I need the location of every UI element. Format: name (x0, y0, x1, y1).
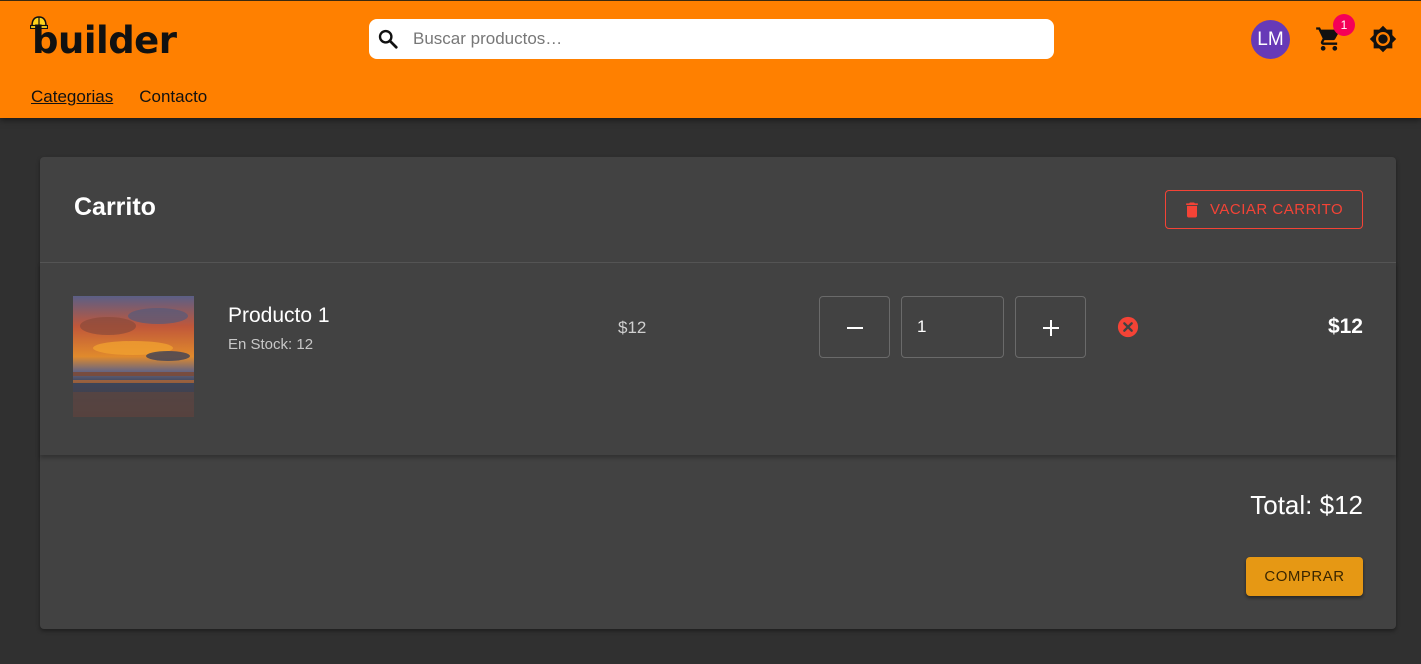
empty-cart-button[interactable]: VACIAR CARRITO (1165, 190, 1363, 229)
increase-quantity-button[interactable] (1015, 296, 1086, 358)
product-stock: En Stock: 12 (228, 336, 314, 353)
product-name[interactable]: Producto 1 (228, 304, 330, 328)
line-total: $12 (1327, 315, 1363, 338)
cart-card: Carrito VACIAR CARRITO Producto 1 En Sto… (40, 157, 1396, 629)
search-input[interactable] (413, 19, 1033, 59)
cart-title: Carrito (74, 193, 156, 221)
cart-total: Total: $12 (1250, 490, 1363, 520)
avatar[interactable]: LM (1251, 20, 1290, 59)
search-bar (369, 19, 1054, 59)
plus-icon (1043, 320, 1059, 336)
quantity-input[interactable] (901, 296, 1004, 358)
decrease-quantity-button[interactable] (819, 296, 890, 358)
buy-button[interactable]: COMPRAR (1246, 557, 1363, 596)
cart-count-badge: 1 (1333, 14, 1355, 36)
remove-item-icon[interactable] (1117, 316, 1139, 338)
nav-link-categorias[interactable]: Categorias (31, 87, 113, 107)
app-bar: builder LM 1 Categorias Contacto (0, 0, 1421, 118)
nav-link-contacto[interactable]: Contacto (139, 87, 207, 107)
search-icon (378, 29, 398, 49)
product-thumbnail[interactable] (73, 296, 194, 417)
cart-item: Producto 1 En Stock: 12 $12 $12 (40, 263, 1396, 455)
logo[interactable]: builder (30, 15, 177, 62)
logo-text: builder (32, 19, 177, 62)
empty-cart-label: VACIAR CARRITO (1210, 201, 1344, 218)
main-nav: Categorias Contacto (31, 87, 207, 107)
trash-icon (1186, 202, 1198, 218)
unit-price: $12 (618, 318, 647, 337)
minus-icon (847, 327, 863, 329)
brightness-icon[interactable] (1369, 25, 1397, 53)
